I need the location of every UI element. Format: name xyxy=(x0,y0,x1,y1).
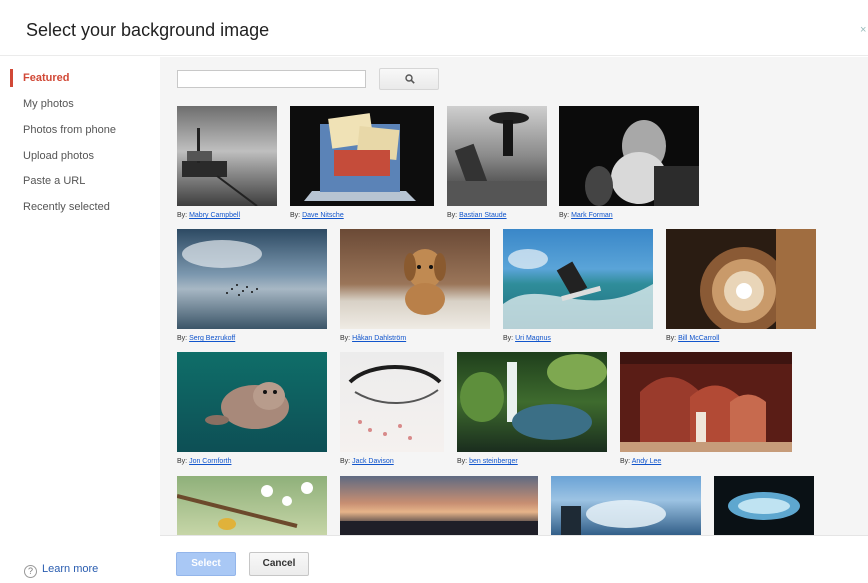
photo-image xyxy=(182,240,262,296)
credit-prefix: By: xyxy=(457,458,468,465)
author-link[interactable]: ben steinberger xyxy=(469,458,518,465)
photo-thumbnail[interactable] xyxy=(177,476,327,535)
photo-credit: By: Mabry Campbell xyxy=(177,212,240,219)
photo-image xyxy=(340,521,538,535)
author-link[interactable]: Andy Lee xyxy=(632,458,662,465)
photo-thumbnail[interactable] xyxy=(340,352,444,452)
author-link[interactable]: Mark Forman xyxy=(571,212,613,219)
author-link[interactable]: Bastian Staude xyxy=(459,212,506,219)
photo-credit: By: ben steinberger xyxy=(457,458,518,465)
sidebar-item-paste-url[interactable]: Paste a URL xyxy=(0,170,160,192)
photo-credit: By: Andy Lee xyxy=(620,458,661,465)
author-link[interactable]: Mabry Campbell xyxy=(189,212,240,219)
photo-credit: By: Bill McCarroll xyxy=(666,335,719,342)
close-icon[interactable]: × xyxy=(860,24,868,36)
credit-prefix: By: xyxy=(447,212,458,219)
photo-thumbnail[interactable] xyxy=(559,106,699,206)
search-button[interactable] xyxy=(379,68,439,90)
sidebar-item-photos-from-phone[interactable]: Photos from phone xyxy=(0,119,160,141)
photo-thumbnail[interactable] xyxy=(177,106,277,206)
photo-credit: By: Bastian Staude xyxy=(447,212,507,219)
author-link[interactable]: Jon Cornforth xyxy=(189,458,231,465)
credit-prefix: By: xyxy=(177,458,188,465)
dialog-header: Select your background image × xyxy=(0,0,868,56)
author-link[interactable]: Håkan Dahlström xyxy=(352,335,406,342)
credit-prefix: By: xyxy=(340,458,351,465)
photo-image xyxy=(447,112,547,206)
author-link[interactable]: Jack Davison xyxy=(352,458,394,465)
photo-thumbnail[interactable] xyxy=(503,229,653,329)
sidebar-item-recently-selected[interactable]: Recently selected xyxy=(0,196,160,218)
photo-thumbnail[interactable] xyxy=(290,106,434,206)
sidebar-item-my-photos[interactable]: My photos xyxy=(0,93,160,115)
photo-thumbnail[interactable] xyxy=(620,352,792,452)
dialog-footer: Select Cancel xyxy=(160,535,868,583)
author-link[interactable]: Dave Nitsche xyxy=(302,212,344,219)
author-link[interactable]: Bill McCarroll xyxy=(678,335,719,342)
photo-image xyxy=(460,354,607,440)
credit-prefix: By: xyxy=(666,335,677,342)
author-link[interactable]: Serg Bezrukoff xyxy=(189,335,235,342)
photo-image xyxy=(728,492,800,520)
background-image-dialog: Select your background image × Featured … xyxy=(0,0,868,583)
photo-credit: By: Mark Forman xyxy=(559,212,613,219)
credit-prefix: By: xyxy=(340,335,351,342)
photo-image xyxy=(304,113,416,201)
photo-thumbnail[interactable] xyxy=(340,476,538,535)
photo-credit: By: Serg Bezrukoff xyxy=(177,335,235,342)
photo-credit: By: Håkan Dahlström xyxy=(340,335,406,342)
cancel-button[interactable]: Cancel xyxy=(249,552,309,576)
photo-image xyxy=(700,229,816,329)
photo-thumbnail[interactable] xyxy=(457,352,607,452)
photo-thumbnail[interactable] xyxy=(177,229,327,329)
photo-image xyxy=(620,352,792,452)
select-button[interactable]: Select xyxy=(176,552,236,576)
photo-image xyxy=(561,500,666,535)
photo-thumbnail[interactable] xyxy=(666,229,816,329)
photo-thumbnail[interactable] xyxy=(447,106,547,206)
photo-gallery: By: Mabry Campbell By: Dave Nitsche By: … xyxy=(160,57,868,535)
photo-thumbnail[interactable] xyxy=(551,476,701,535)
credit-prefix: By: xyxy=(177,335,188,342)
credit-prefix: By: xyxy=(503,335,514,342)
photo-image xyxy=(182,128,258,206)
photo-credit: By: Jack Davison xyxy=(340,458,394,465)
photo-image xyxy=(177,482,313,530)
author-link[interactable]: Uri Magnus xyxy=(515,335,551,342)
photo-credit: By: Uri Magnus xyxy=(503,335,551,342)
photo-image xyxy=(348,365,442,440)
credit-prefix: By: xyxy=(177,212,188,219)
photo-thumbnail[interactable] xyxy=(340,229,490,329)
search-input[interactable] xyxy=(177,70,366,88)
photo-credit: By: Dave Nitsche xyxy=(290,212,344,219)
credit-prefix: By: xyxy=(559,212,570,219)
sidebar: Featured My photos Photos from phone Upl… xyxy=(0,57,160,583)
credit-prefix: By: xyxy=(290,212,301,219)
learn-more-label: Learn more xyxy=(42,563,99,575)
credit-prefix: By: xyxy=(620,458,631,465)
photo-image xyxy=(404,249,446,315)
sidebar-item-upload-photos[interactable]: Upload photos xyxy=(0,145,160,167)
photo-thumbnail[interactable] xyxy=(177,352,327,452)
dialog-title: Select your background image xyxy=(26,20,270,40)
photo-image xyxy=(503,249,653,329)
search-icon xyxy=(405,74,415,84)
help-icon: ? xyxy=(24,565,37,578)
sidebar-item-featured[interactable]: Featured xyxy=(0,67,160,89)
learn-more-link[interactable]: ? Learn more xyxy=(24,563,98,578)
photo-image xyxy=(585,120,699,206)
photo-thumbnail[interactable] xyxy=(714,476,814,535)
photo-credit: By: Jon Cornforth xyxy=(177,458,232,465)
photo-image xyxy=(205,382,289,429)
